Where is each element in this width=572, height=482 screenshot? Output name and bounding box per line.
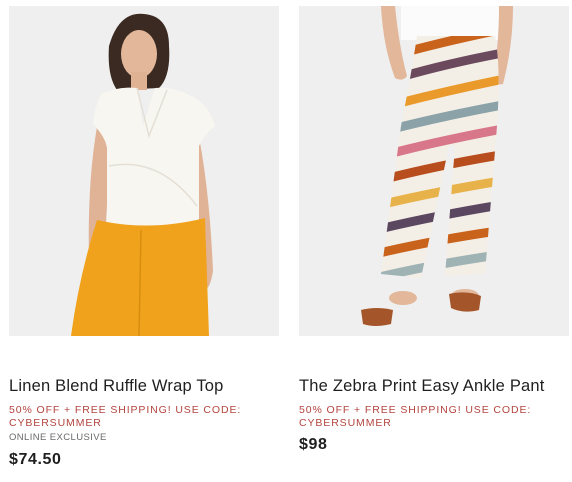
zebra-print-pant-photo (299, 6, 569, 336)
product-title[interactable]: Linen Blend Ruffle Wrap Top (9, 377, 279, 396)
promo-text: 50% OFF + FREE SHIPPING! USE CODE: CYBER… (9, 404, 242, 429)
linen-wrap-top-photo (9, 6, 279, 336)
product-image[interactable] (299, 6, 569, 336)
online-exclusive-badge: ONLINE EXCLUSIVE (9, 432, 107, 443)
promo-text: 50% OFF + FREE SHIPPING! USE CODE: CYBER… (299, 404, 532, 429)
product-price: $98 (299, 436, 328, 453)
product-image[interactable] (9, 6, 279, 336)
product-title[interactable]: The Zebra Print Easy Ankle Pant (299, 377, 569, 396)
product-price: $74.50 (9, 451, 62, 468)
